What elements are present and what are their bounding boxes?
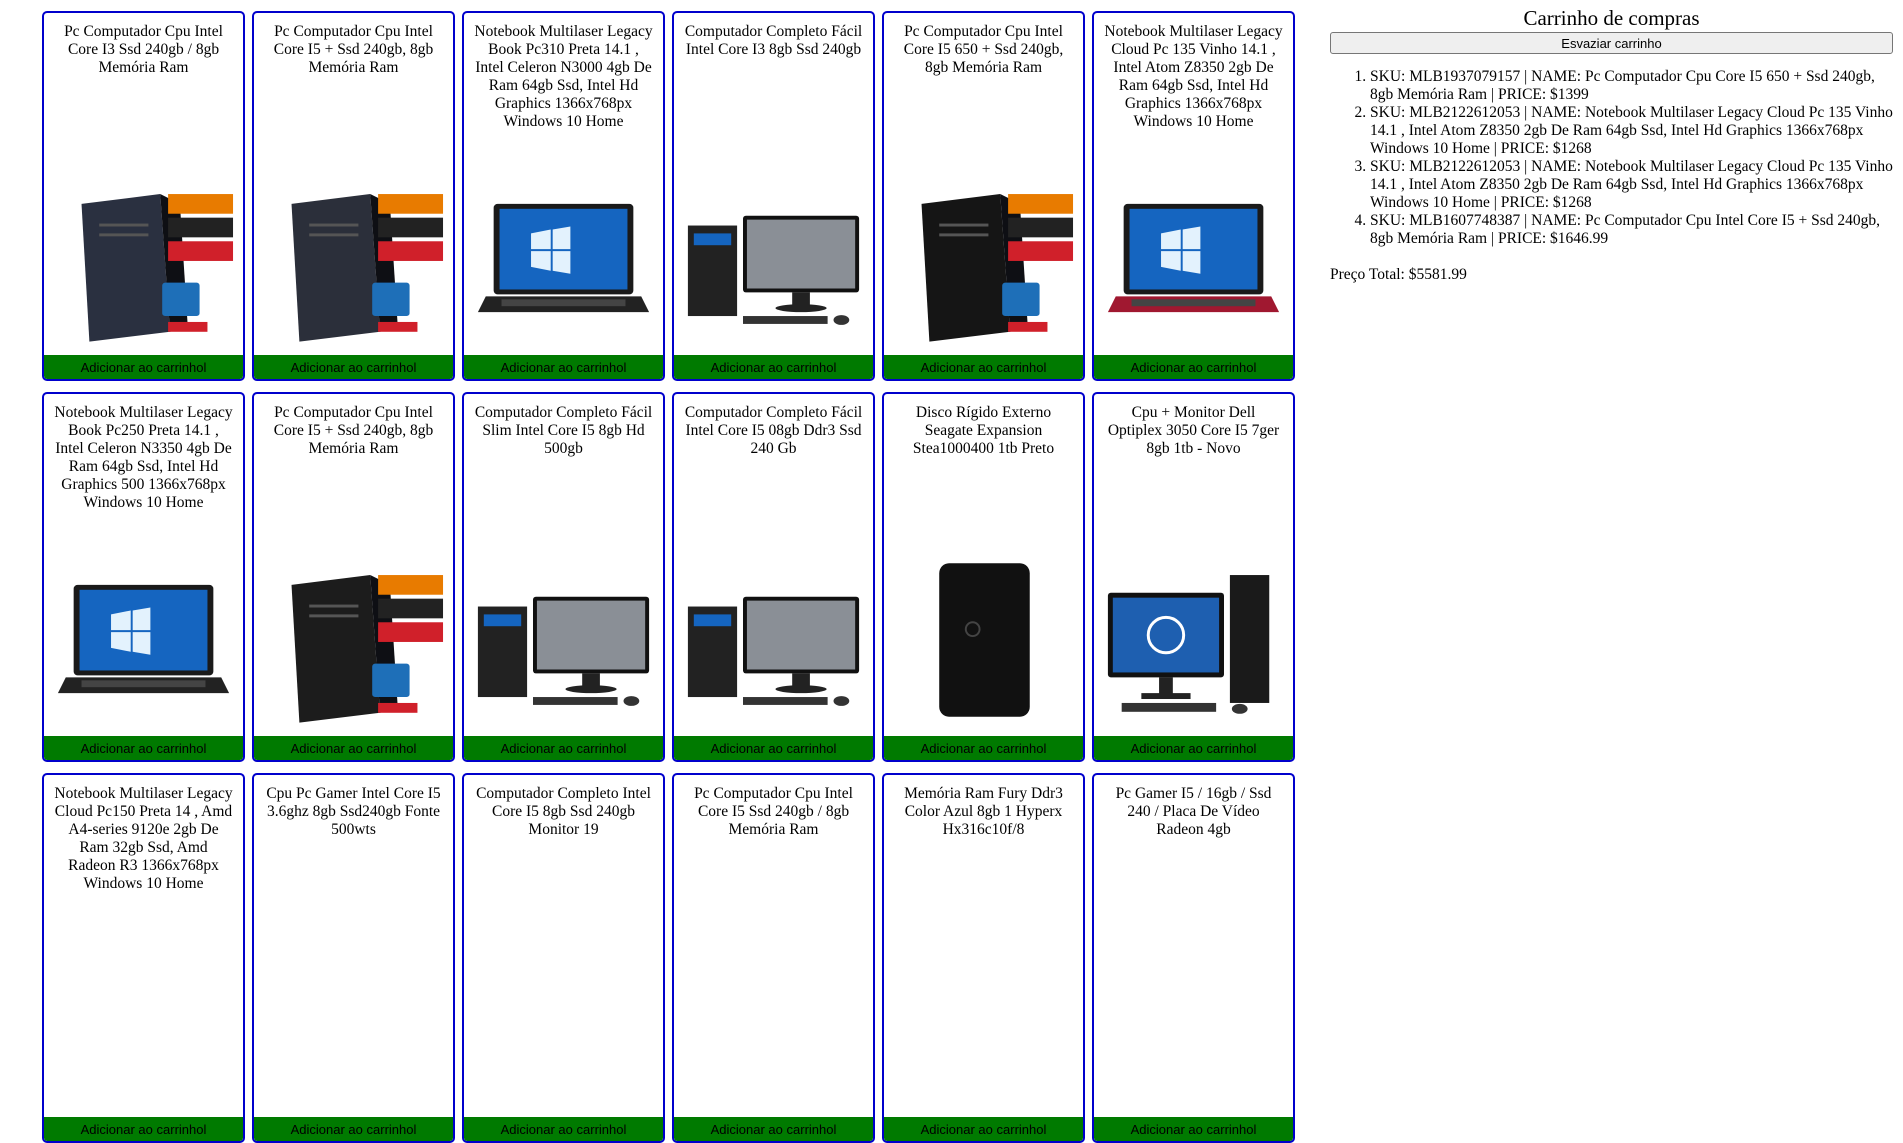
product-card: Pc Computador Cpu Intel Core I3 Ssd 240g… [42, 11, 245, 381]
product-card: Computador Completo Intel Core I5 8gb Ss… [462, 773, 665, 1143]
add-to-cart-button[interactable]: Adicionar ao carrinhol [674, 1117, 873, 1141]
product-title: Notebook Multilaser Legacy Book Pc250 Pr… [54, 404, 233, 511]
product-title: Computador Completo Fácil Intel Core I3 … [684, 23, 863, 58]
product-image [1102, 163, 1285, 353]
cart-total: Preço Total: $5581.99 [1330, 266, 1467, 283]
product-card: Cpu Pc Gamer Intel Core I5 3.6ghz 8gb Ss… [252, 773, 455, 1143]
product-card: Pc Computador Cpu Intel Core I5 + Ssd 24… [252, 392, 455, 762]
product-card: Notebook Multilaser Legacy Cloud Pc 135 … [1092, 11, 1295, 381]
add-to-cart-button[interactable]: Adicionar ao carrinhol [254, 736, 453, 760]
product-grid: Pc Computador Cpu Intel Core I3 Ssd 240g… [42, 11, 1297, 1143]
add-to-cart-button[interactable]: Adicionar ao carrinhol [1094, 355, 1293, 379]
product-image [262, 544, 445, 734]
product-image [52, 544, 235, 734]
product-card: Memória Ram Fury Ddr3 Color Azul 8gb 1 H… [882, 773, 1085, 1143]
cart-item: SKU: MLB1937079157 | NAME: Pc Computador… [1370, 68, 1893, 104]
product-title: Notebook Multilaser Legacy Book Pc310 Pr… [474, 23, 653, 130]
add-to-cart-button[interactable]: Adicionar ao carrinhol [1094, 736, 1293, 760]
add-to-cart-button[interactable]: Adicionar ao carrinhol [44, 736, 243, 760]
cart-item: SKU: MLB2122612053 | NAME: Notebook Mult… [1370, 158, 1893, 212]
product-image [1102, 544, 1285, 734]
add-to-cart-button[interactable]: Adicionar ao carrinhol [464, 736, 663, 760]
add-to-cart-button[interactable]: Adicionar ao carrinhol [254, 1117, 453, 1141]
clear-cart-button[interactable]: Esvaziar carrinho [1330, 32, 1893, 54]
add-to-cart-button[interactable]: Adicionar ao carrinhol [674, 355, 873, 379]
product-card: Pc Gamer I5 / 16gb / Ssd 240 / Placa De … [1092, 773, 1295, 1143]
cart-item: SKU: MLB1607748387 | NAME: Pc Computador… [1370, 212, 1893, 248]
cart-item: SKU: MLB2122612053 | NAME: Notebook Mult… [1370, 104, 1893, 158]
product-title: Memória Ram Fury Ddr3 Color Azul 8gb 1 H… [904, 785, 1063, 838]
product-title: Computador Completo Intel Core I5 8gb Ss… [476, 785, 651, 838]
product-title: Disco Rígido Externo Seagate Expansion S… [912, 404, 1055, 457]
product-card: Disco Rígido Externo Seagate Expansion S… [882, 392, 1085, 762]
product-card: Cpu + Monitor Dell Optiplex 3050 Core I5… [1092, 392, 1295, 762]
product-title: Pc Computador Cpu Intel Core I5 + Ssd 24… [273, 23, 434, 76]
add-to-cart-button[interactable]: Adicionar ao carrinhol [464, 1117, 663, 1141]
product-card: Computador Completo Fácil Intel Core I5 … [672, 392, 875, 762]
add-to-cart-button[interactable]: Adicionar ao carrinhol [464, 355, 663, 379]
product-image [892, 544, 1075, 734]
shopping-cart: Carrinho de compras Esvaziar carrinho SK… [1330, 6, 1893, 284]
product-card: Pc Computador Cpu Intel Core I5 Ssd 240g… [672, 773, 875, 1143]
product-title: Cpu + Monitor Dell Optiplex 3050 Core I5… [1107, 404, 1280, 457]
product-image [52, 163, 235, 353]
add-to-cart-button[interactable]: Adicionar ao carrinhol [884, 355, 1083, 379]
product-image [472, 544, 655, 734]
add-to-cart-button[interactable]: Adicionar ao carrinhol [254, 355, 453, 379]
add-to-cart-button[interactable]: Adicionar ao carrinhol [44, 1117, 243, 1141]
product-image [262, 163, 445, 353]
product-card: Notebook Multilaser Legacy Book Pc310 Pr… [462, 11, 665, 381]
product-image [892, 163, 1075, 353]
add-to-cart-button[interactable]: Adicionar ao carrinhol [1094, 1117, 1293, 1141]
add-to-cart-button[interactable]: Adicionar ao carrinhol [884, 1117, 1083, 1141]
add-to-cart-button[interactable]: Adicionar ao carrinhol [44, 355, 243, 379]
cart-items-list: SKU: MLB1937079157 | NAME: Pc Computador… [1330, 68, 1893, 248]
product-title: Computador Completo Fácil Slim Intel Cor… [474, 404, 653, 457]
product-card: Pc Computador Cpu Intel Core I5 + Ssd 24… [252, 11, 455, 381]
product-image [682, 163, 865, 353]
product-title: Pc Computador Cpu Intel Core I5 650 + Ss… [903, 23, 1064, 76]
product-title: Cpu Pc Gamer Intel Core I5 3.6ghz 8gb Ss… [266, 785, 441, 838]
product-card: Notebook Multilaser Legacy Cloud Pc150 P… [42, 773, 245, 1143]
product-title: Pc Computador Cpu Intel Core I5 + Ssd 24… [273, 404, 434, 457]
cart-title: Carrinho de compras [1523, 6, 1700, 30]
product-title: Pc Computador Cpu Intel Core I3 Ssd 240g… [64, 23, 223, 76]
product-image [682, 544, 865, 734]
add-to-cart-button[interactable]: Adicionar ao carrinhol [884, 736, 1083, 760]
add-to-cart-button[interactable]: Adicionar ao carrinhol [674, 736, 873, 760]
product-card: Pc Computador Cpu Intel Core I5 650 + Ss… [882, 11, 1085, 381]
product-title: Pc Computador Cpu Intel Core I5 Ssd 240g… [694, 785, 853, 838]
product-title: Notebook Multilaser Legacy Cloud Pc150 P… [54, 785, 233, 892]
product-title: Computador Completo Fácil Intel Core I5 … [684, 404, 863, 457]
product-card: Computador Completo Fácil Slim Intel Cor… [462, 392, 665, 762]
product-image [472, 163, 655, 353]
product-card: Computador Completo Fácil Intel Core I3 … [672, 11, 875, 381]
product-title: Pc Gamer I5 / 16gb / Ssd 240 / Placa De … [1115, 785, 1272, 838]
product-title: Notebook Multilaser Legacy Cloud Pc 135 … [1104, 23, 1283, 130]
product-card: Notebook Multilaser Legacy Book Pc250 Pr… [42, 392, 245, 762]
